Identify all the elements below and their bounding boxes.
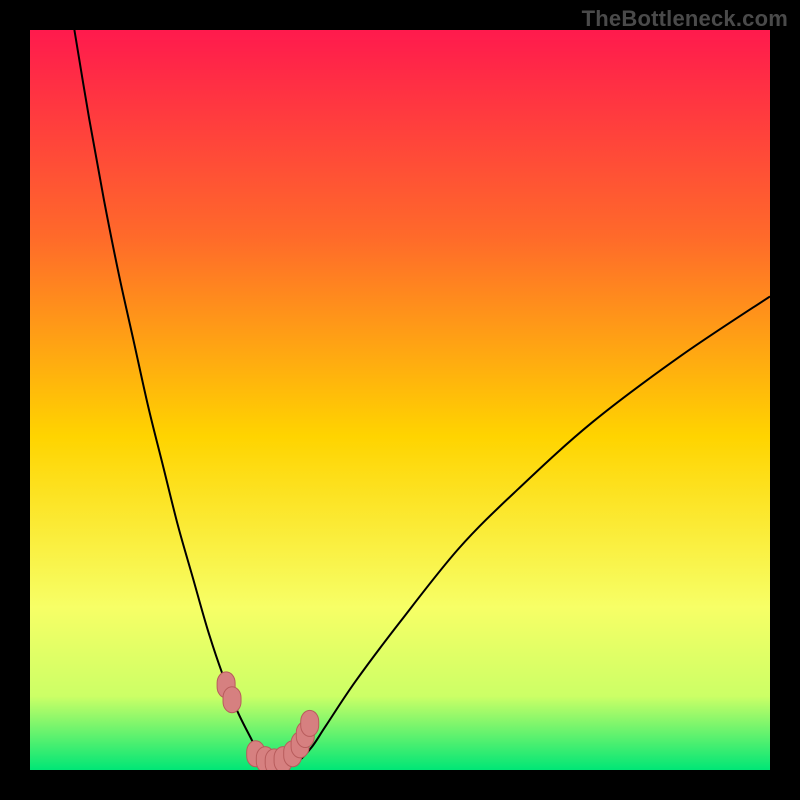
bottleneck-chart — [30, 30, 770, 770]
gradient-background — [30, 30, 770, 770]
watermark-text: TheBottleneck.com — [582, 6, 788, 32]
chart-frame: TheBottleneck.com — [0, 0, 800, 800]
marker-point — [301, 710, 319, 736]
marker-point — [223, 687, 241, 713]
plot-area — [30, 30, 770, 770]
